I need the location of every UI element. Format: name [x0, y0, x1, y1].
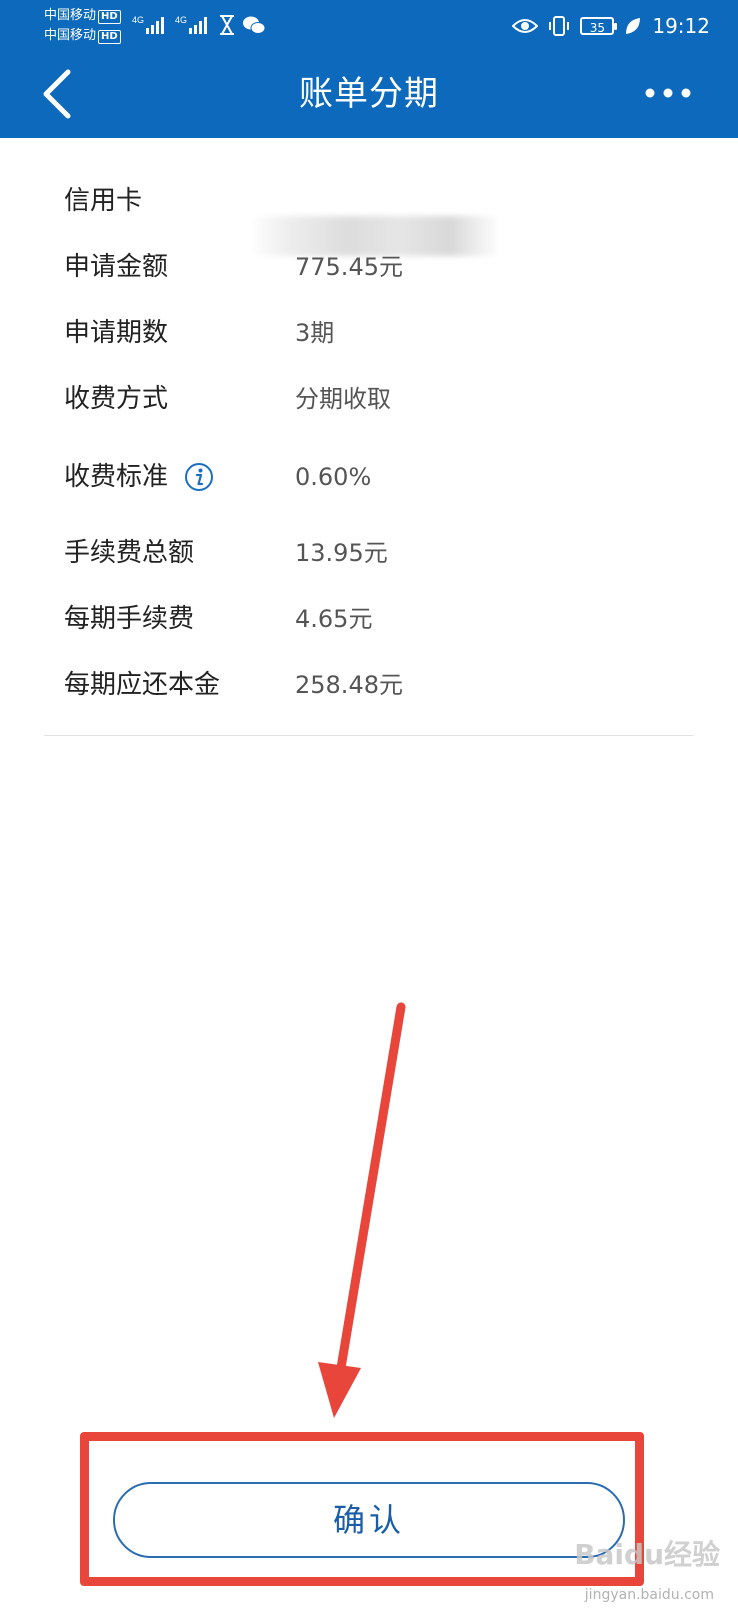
detail-label: 申请期数	[64, 318, 169, 348]
hourglass-icon	[220, 15, 234, 35]
detail-value: 4.65元	[295, 605, 373, 633]
detail-label: 每期应还本金	[64, 670, 221, 700]
detail-row-period-principal: 每期应还本金 258.48元	[0, 660, 738, 710]
confirm-button[interactable]: 确认	[113, 1482, 625, 1558]
detail-value: 13.95元	[295, 539, 388, 567]
detail-value: 3期	[295, 319, 335, 347]
carrier-1-name: 中国移动	[44, 8, 97, 23]
detail-row-credit-card: 信用卡	[0, 176, 738, 256]
leaf-icon	[626, 18, 641, 34]
detail-row-amount: 申请金额 775.45元	[0, 242, 738, 292]
watermark-text: Baidu经验	[574, 1538, 720, 1571]
baidu-watermark: Baidu经验 jingyan.baidu.com	[574, 1538, 720, 1604]
eye-comfort-icon	[512, 19, 539, 33]
status-right: 35 19:12	[512, 14, 710, 38]
detail-label: 收费标准	[64, 462, 169, 492]
hd-badge: HD	[98, 10, 121, 24]
more-dots-icon	[645, 88, 691, 98]
detail-label: 申请金额	[64, 252, 169, 282]
page-title: 账单分期	[299, 74, 439, 114]
battery-indicator: 35	[580, 17, 618, 35]
detail-row-total-fee: 手续费总额 13.95元	[0, 528, 738, 578]
signal-icon: 4G	[132, 15, 164, 34]
detail-value: 258.48元	[295, 671, 403, 699]
info-icon[interactable]	[184, 462, 214, 492]
detail-row-fee-method: 收费方式 分期收取	[0, 374, 738, 424]
app-header: 中国移动 HD 中国移动 HD 4G 4G 35 19:12 账单分期	[0, 0, 738, 138]
detail-value: 分期收取	[295, 385, 391, 413]
detail-label: 信用卡	[64, 186, 143, 216]
signal-label-2: 4G	[175, 15, 187, 25]
carrier-2-name: 中国移动	[44, 28, 97, 43]
signal-icon-2: 4G	[175, 15, 207, 34]
clock: 19:12	[652, 14, 710, 38]
detail-row-fee-rate: 收费标准 0.60%	[0, 452, 738, 502]
watermark-url: jingyan.baidu.com	[584, 1587, 714, 1603]
carrier-2: 中国移动 HD	[44, 28, 121, 44]
signal-label-1: 4G	[132, 15, 144, 25]
divider	[44, 735, 694, 736]
more-button[interactable]	[638, 80, 698, 106]
hd-badge-2: HD	[98, 30, 121, 44]
detail-label: 每期手续费	[64, 604, 195, 634]
detail-value: 0.60%	[295, 463, 372, 491]
vibrate-icon	[549, 16, 570, 36]
status-bar: 中国移动 HD 中国移动 HD 4G 4G 35 19:12	[0, 0, 738, 50]
detail-row-period-fee: 每期手续费 4.65元	[0, 594, 738, 644]
nav-bar: 账单分期	[0, 50, 738, 138]
detail-label: 手续费总额	[64, 538, 195, 568]
wechat-icon	[243, 16, 266, 34]
detail-row-periods: 申请期数 3期	[0, 308, 738, 358]
detail-value: 775.45元	[295, 253, 403, 281]
carrier-1: 中国移动 HD	[44, 8, 121, 24]
detail-label: 收费方式	[64, 384, 169, 414]
